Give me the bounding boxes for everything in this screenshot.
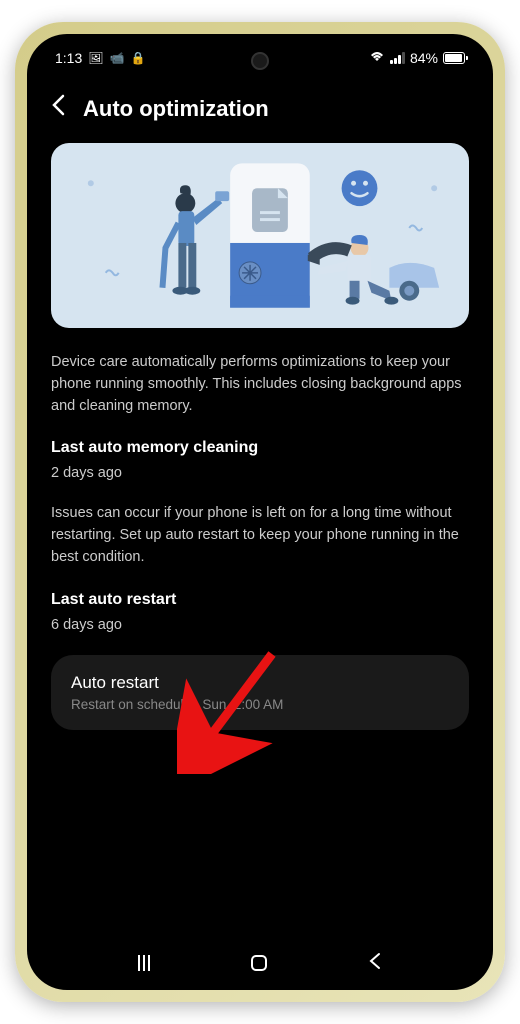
- memory-cleaning-value: 2 days ago: [51, 465, 469, 481]
- page-title: Auto optimization: [83, 96, 269, 122]
- video-icon: 📹: [109, 51, 124, 65]
- auto-restart-title: Auto restart: [71, 673, 449, 693]
- navigation-bar: [27, 950, 493, 976]
- phone-frame: 1:13 🖼 📹 🔒 84% Auto optimization: [15, 22, 505, 1002]
- auto-restart-card[interactable]: Auto restart Restart on schedule : Sun, …: [51, 655, 469, 730]
- restart-info-text: Issues can occur if your phone is left o…: [51, 503, 469, 568]
- hero-illustration: [51, 143, 469, 328]
- signal-icon: [390, 52, 405, 64]
- content-area: Device care automatically performs optim…: [27, 143, 493, 730]
- last-restart-value: 6 days ago: [51, 617, 469, 633]
- phone-screen: 1:13 🖼 📹 🔒 84% Auto optimization: [27, 34, 493, 990]
- image-icon: 🖼: [88, 51, 103, 65]
- status-left: 1:13 🖼 📹 🔒: [55, 50, 145, 66]
- camera-notch: [251, 52, 269, 70]
- nav-back-button[interactable]: [368, 950, 382, 976]
- nav-recents-button[interactable]: [138, 955, 150, 971]
- memory-cleaning-title: Last auto memory cleaning: [51, 439, 469, 457]
- status-time: 1:13: [55, 50, 82, 66]
- battery-percent: 84%: [410, 50, 438, 66]
- auto-restart-subtitle: Restart on schedule : Sun, 2:00 AM: [71, 697, 449, 712]
- nav-home-button[interactable]: [251, 955, 267, 971]
- back-button[interactable]: [51, 94, 65, 123]
- wifi-icon: [369, 51, 385, 66]
- description-text: Device care automatically performs optim…: [51, 352, 469, 417]
- last-restart-title: Last auto restart: [51, 591, 469, 609]
- page-header: Auto optimization: [27, 74, 493, 143]
- battery-icon: [443, 52, 465, 64]
- status-right: 84%: [369, 50, 465, 66]
- lock-icon: 🔒: [130, 51, 145, 65]
